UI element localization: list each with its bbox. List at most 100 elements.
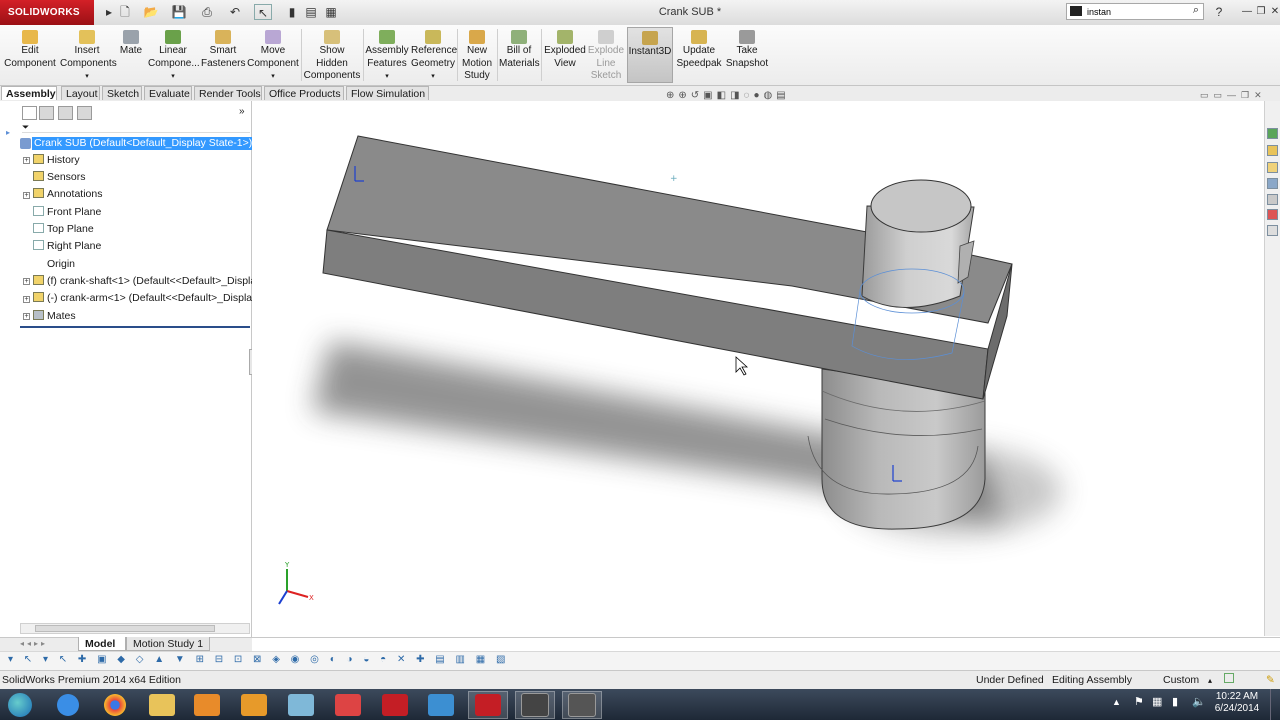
dropdown-arrow-icon[interactable]: ▾ bbox=[271, 73, 275, 80]
unit-dropdown-arrow-icon[interactable]: ▴ bbox=[1208, 671, 1212, 690]
rebuild-icon[interactable]: ▮ bbox=[283, 4, 301, 20]
print-icon[interactable]: ⎙ bbox=[198, 4, 216, 20]
tree-item-top-plane[interactable]: Top Plane bbox=[33, 221, 261, 238]
insert-components-button[interactable]: Insert Components ▾ bbox=[60, 27, 117, 83]
new-motion-study-button[interactable]: New Motion Study bbox=[459, 27, 495, 83]
tab-scroll-arrows-icon[interactable]: ◂◂▸▸ bbox=[20, 639, 76, 649]
tree-item-mates[interactable]: Mates bbox=[33, 308, 261, 325]
take-snapshot-button[interactable]: Take Snapshot bbox=[725, 27, 769, 83]
taskbar-file-explorer[interactable] bbox=[142, 691, 182, 719]
tree-item-crank-arm[interactable]: (-) crank-arm<1> (Default<<Default>_Disp… bbox=[33, 290, 261, 307]
section-view-icon[interactable]: ▣ bbox=[703, 90, 716, 101]
appearances-icon[interactable] bbox=[1267, 194, 1278, 205]
open-folder-icon[interactable]: 📂 bbox=[142, 4, 160, 20]
taskbar-network-app[interactable] bbox=[421, 691, 461, 719]
assembly-features-button[interactable]: Assembly Features ▾ bbox=[365, 27, 409, 83]
zoom-to-fit-icon[interactable]: ⊕ bbox=[666, 90, 678, 101]
tab-render-tools[interactable]: Render Tools bbox=[194, 86, 262, 100]
edit-component-button[interactable]: Edit Component bbox=[2, 27, 58, 83]
tab-flow-simulation[interactable]: Flow Simulation bbox=[346, 86, 429, 100]
scrollbar-thumb[interactable] bbox=[35, 625, 215, 632]
graphics-area[interactable]: + Y X bbox=[252, 101, 1264, 636]
solidworks-resources-icon[interactable] bbox=[1267, 128, 1278, 139]
close-window-icon[interactable]: ✕ bbox=[1266, 4, 1280, 20]
viewport-close-icon[interactable]: ✕ bbox=[1254, 90, 1267, 100]
edit-appearance-icon[interactable]: ● bbox=[753, 90, 763, 101]
filter-icon[interactable]: ⏷ bbox=[22, 122, 250, 133]
explode-line-sketch-button[interactable]: Explode Line Sketch bbox=[587, 27, 625, 83]
solidworks-logo[interactable]: SOLIDWORKS bbox=[0, 0, 94, 25]
tab-model[interactable]: Model bbox=[78, 637, 126, 651]
taskbar-solidworks-explorer[interactable] bbox=[375, 691, 415, 719]
tree-item-crank-shaft[interactable]: (f) crank-shaft<1> (Default<<Default>_Di… bbox=[33, 273, 261, 290]
view-orientation-icon[interactable]: ◧ bbox=[717, 90, 730, 101]
feature-manager-tab-icon[interactable] bbox=[22, 106, 37, 120]
smart-fasteners-button[interactable]: Smart Fasteners bbox=[201, 27, 245, 83]
expand-history-icon[interactable]: + bbox=[23, 157, 30, 164]
show-hidden-icons-arrow[interactable]: ▲ bbox=[1112, 697, 1121, 707]
search-input[interactable] bbox=[1087, 5, 1183, 18]
dropdown-arrow-icon[interactable]: ▾ bbox=[171, 73, 175, 80]
view-settings-icon[interactable]: ▤ bbox=[776, 90, 789, 101]
zoom-to-area-icon[interactable]: ⊕ bbox=[678, 90, 690, 101]
file-explorer-icon[interactable] bbox=[1267, 162, 1278, 173]
expand-annotations-icon[interactable]: + bbox=[23, 192, 30, 199]
taskbar-solidworks[interactable] bbox=[468, 691, 508, 719]
reference-triad-icon[interactable]: Y X bbox=[278, 561, 314, 605]
exploded-view-button[interactable]: Exploded View bbox=[543, 27, 587, 83]
reference-geometry-button[interactable]: Reference Geometry ▾ bbox=[411, 27, 457, 83]
file-properties-icon[interactable]: ▤ bbox=[302, 4, 320, 20]
signal-icon[interactable]: ▮ bbox=[1172, 695, 1178, 708]
taskbar-outlook[interactable] bbox=[234, 691, 274, 719]
volume-icon[interactable]: 🔈 bbox=[1192, 695, 1206, 708]
show-desktop-button[interactable] bbox=[1270, 689, 1280, 720]
tree-item-origin[interactable]: Origin bbox=[33, 256, 261, 273]
move-component-button[interactable]: Move Component ▾ bbox=[247, 27, 299, 83]
tree-item-sensors[interactable]: Sensors bbox=[33, 169, 261, 186]
property-manager-tab-icon[interactable] bbox=[39, 106, 54, 120]
solidworks-forum-icon[interactable] bbox=[1267, 225, 1278, 236]
taskbar-app-star[interactable] bbox=[328, 691, 368, 719]
show-hidden-components-button[interactable]: Show Hidden Components bbox=[303, 27, 361, 83]
taskbar-video-app[interactable] bbox=[515, 691, 555, 719]
viewport-restore-icon[interactable]: ❐ bbox=[1241, 90, 1254, 100]
linear-component-pattern-button[interactable]: Linear Compone... ▾ bbox=[148, 27, 200, 83]
mate-button[interactable]: Mate bbox=[116, 27, 146, 83]
taskbar-app[interactable] bbox=[281, 691, 321, 719]
rollback-bar[interactable] bbox=[20, 326, 250, 328]
select-arrow-icon[interactable]: ↖ bbox=[254, 4, 272, 20]
hide-show-items-icon[interactable]: ◌ bbox=[744, 90, 754, 101]
taskbar-internet-explorer[interactable] bbox=[48, 691, 88, 719]
tree-item-right-plane[interactable]: Right Plane bbox=[33, 238, 261, 255]
taskbar-media-player[interactable] bbox=[187, 691, 227, 719]
rebuild-status-icon[interactable] bbox=[1224, 673, 1234, 683]
dropdown-arrow-icon[interactable]: ▾ bbox=[385, 73, 389, 80]
viewport-minimize-icon[interactable]: — bbox=[1227, 90, 1241, 100]
design-library-icon[interactable] bbox=[1267, 145, 1278, 156]
viewport-cascade-icon[interactable]: ▭ bbox=[1214, 90, 1228, 100]
undo-icon[interactable]: ↶ bbox=[226, 4, 244, 20]
windows-start-button[interactable] bbox=[0, 691, 40, 719]
filter-toolbar-icons[interactable]: ▾ ↖ ▾ ↖ ✚ ▣ ◆ ◇ ▲ ▼ ⊞ ⊟ ⊡ ⊠ ◈ ◉ ◎ ◐ ◑ ◒ … bbox=[8, 654, 508, 668]
tree-item-history[interactable]: History bbox=[33, 152, 261, 169]
unit-system-selector[interactable]: Custom bbox=[1163, 671, 1199, 690]
tree-root-assembly[interactable]: Crank SUB (Default<Default_Display State… bbox=[32, 137, 255, 150]
dropdown-arrow-icon[interactable]: ▾ bbox=[85, 73, 89, 80]
dropdown-arrow-icon[interactable]: ▾ bbox=[431, 73, 435, 80]
tab-office-products[interactable]: Office Products bbox=[264, 86, 344, 100]
display-manager-tab-icon[interactable] bbox=[77, 106, 92, 120]
magnifier-icon[interactable]: ⌕ bbox=[1193, 4, 1199, 17]
quick-tips-icon[interactable]: ✎ bbox=[1266, 671, 1275, 690]
options-icon[interactable]: ▦ bbox=[322, 4, 340, 20]
tab-evaluate[interactable]: Evaluate bbox=[144, 86, 192, 100]
expand-crank-shaft-icon[interactable]: + bbox=[23, 278, 30, 285]
save-icon[interactable]: 💾 bbox=[170, 4, 188, 20]
system-clock[interactable]: 10:22 AM 6/24/2014 bbox=[1210, 691, 1264, 715]
tab-assembly[interactable]: Assembly bbox=[1, 86, 57, 100]
tree-item-front-plane[interactable]: Front Plane bbox=[33, 204, 261, 221]
expand-mates-icon[interactable]: + bbox=[23, 313, 30, 320]
panel-expand-arrow-icon[interactable]: » bbox=[239, 106, 245, 117]
apply-scene-icon[interactable]: ◍ bbox=[764, 90, 777, 101]
tree-item-annotations[interactable]: Annotations bbox=[33, 186, 261, 203]
viewport-tile-icon[interactable]: ▭ bbox=[1200, 90, 1214, 100]
